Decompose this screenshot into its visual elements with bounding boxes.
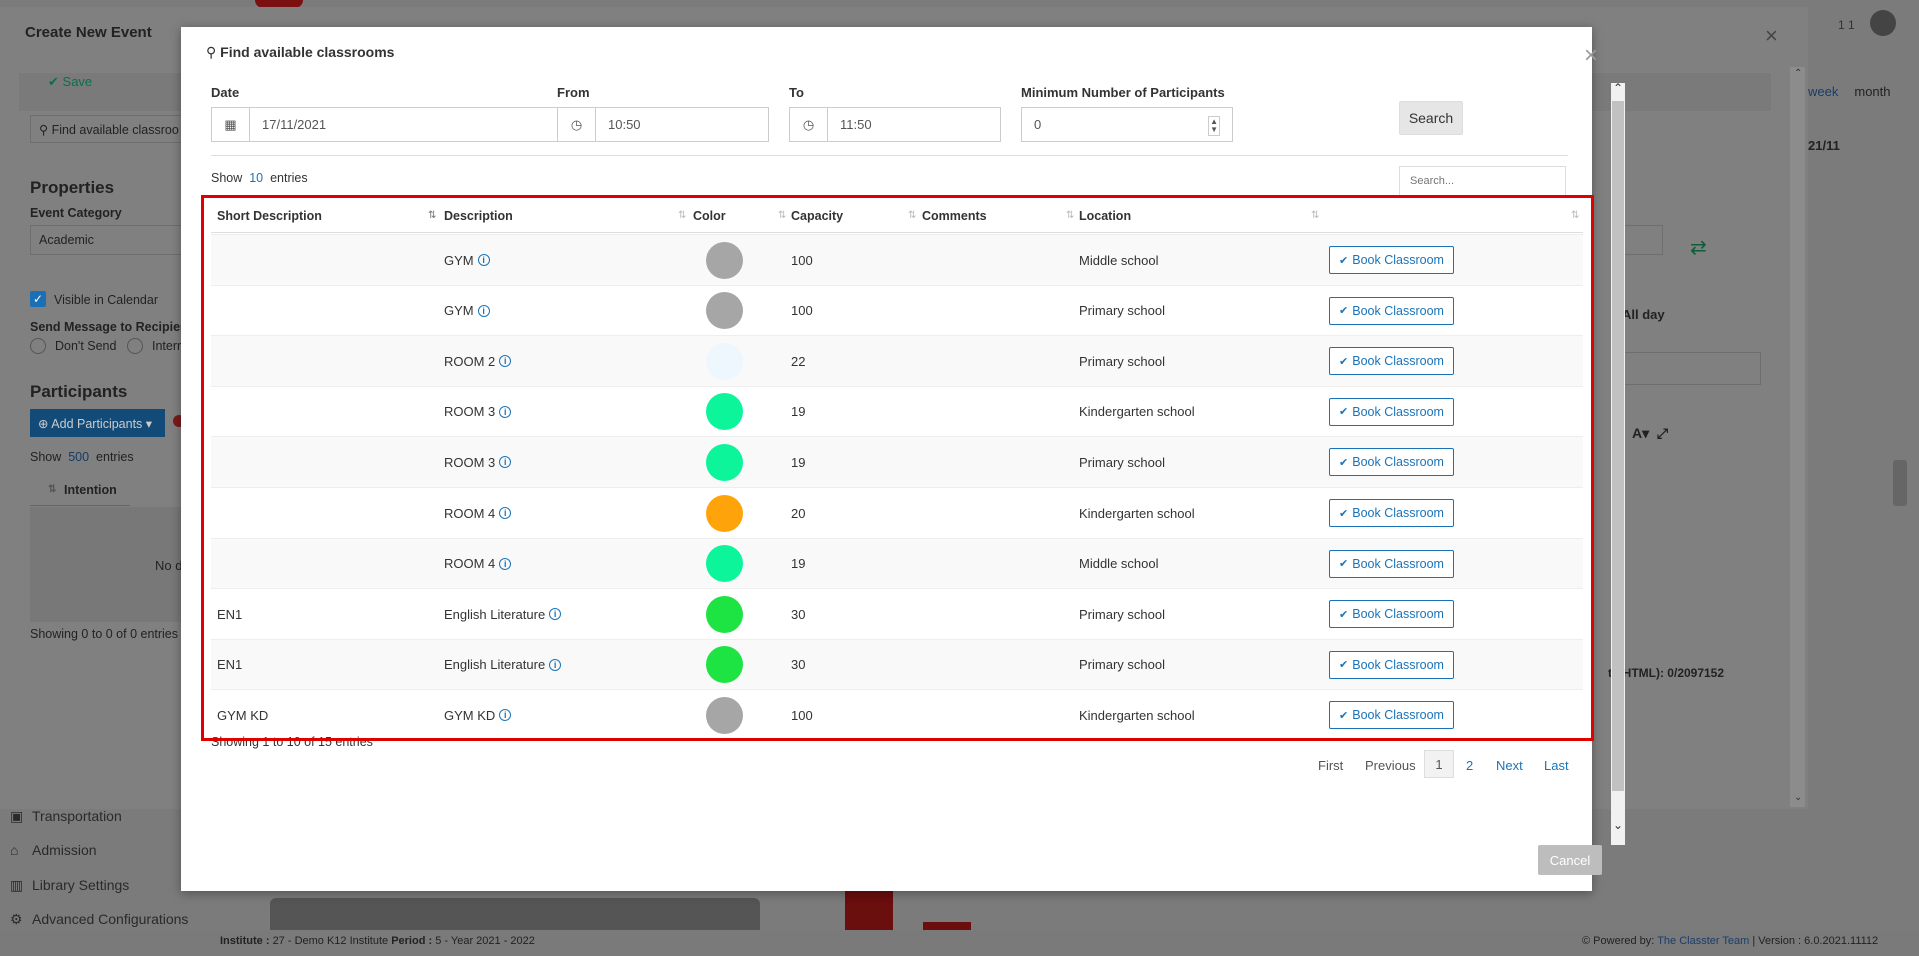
scroll-up-icon[interactable]: ⌃ [1794,68,1802,79]
highlight-box [201,195,1594,741]
radio-dont-send-label: Don't Send [55,339,117,353]
bus-icon: ▣ [10,808,24,824]
event-category-label: Event Category [30,206,122,220]
classroom-modal-title: ⚲ Find available classrooms [206,44,395,60]
bank-icon: ⌂ [10,842,19,858]
modal-scrollbar[interactable]: ⌃ ⌄ [1611,81,1625,845]
min-participants-label: Minimum Number of Participants [1021,85,1225,100]
pagination-last[interactable]: Last [1544,758,1569,773]
radio-internal-label: Intern [152,339,182,353]
no-data-text: No d [155,558,183,573]
event-category-select[interactable]: Academic [30,225,185,255]
scrollbar-thumb[interactable] [1612,101,1624,791]
footer-powered: © Powered by: The Classter Team | Versio… [1582,935,1879,947]
to-label: To [789,85,804,100]
bg-scroll-thumb [1893,460,1907,506]
classter-team-link[interactable]: The Classter Team [1657,935,1749,947]
search-icon: ⚲ [39,123,49,137]
from-time-field[interactable]: ◷ 10:50 [557,107,769,142]
bg-calendar-views: week month [1808,84,1891,99]
radio-internal[interactable] [127,338,143,354]
save-button[interactable]: ✔ Save [48,74,92,90]
sidebar-item-library-settings[interactable]: ▥ Library Settings [10,877,129,894]
clock-icon: ◷ [790,108,828,141]
close-icon[interactable]: × [1584,42,1598,70]
calendar-icon: ▦ [212,108,250,141]
send-message-label: Send Message to Recipients [30,320,182,334]
modal-scrollbar-track [1790,67,1805,807]
scroll-down-icon[interactable]: ⌄ [1613,818,1623,832]
bg-red-block [845,888,893,930]
show-entries: Show 10 entries [211,171,308,185]
all-day-radio[interactable]: All day [1622,307,1665,322]
pagination-previous[interactable]: Previous [1365,758,1416,773]
radio-dont-send[interactable] [30,338,46,354]
scroll-down-icon[interactable]: ⌄ [1794,792,1802,803]
properties-heading: Properties [30,178,115,197]
participants-heading: Participants [30,382,128,401]
visible-in-calendar-label: Visible in Calendar [54,293,158,307]
bg-input-fragment-2 [1625,352,1761,385]
find-classrooms-link[interactable]: ⚲ Find available classroo [30,115,185,143]
month-view-button[interactable]: month [1854,84,1890,99]
page-size-select[interactable]: 10 [249,171,263,185]
app-footer: Institute : 27 - Demo K12 Institute Peri… [0,930,1919,956]
page-size-select[interactable]: 500 [68,450,89,464]
cancel-button[interactable]: Cancel [1538,845,1602,875]
sidebar-item-advanced-configurations[interactable]: ⚙ Advanced Configurations [10,911,188,928]
plus-circle-icon: ⊕ [38,417,49,431]
html-counter: th HTML): 0/2097152 [1608,666,1725,680]
sidebar-item-transportation[interactable]: ▣ Transportation [10,808,122,825]
divider [211,155,1568,156]
bg-date-range: 21/11 [1808,138,1840,153]
pagination-page-2[interactable]: 2 [1466,758,1473,773]
scroll-up-icon[interactable]: ⌃ [1613,81,1623,95]
sort-icon: ⇅ [48,484,57,495]
avatar[interactable] [1870,10,1896,36]
books-icon: ▥ [10,877,24,893]
participants-showing-text: Showing 0 to 0 of 0 entries [30,627,179,641]
close-icon[interactable]: × [1765,23,1778,49]
search-icon: ⚲ [206,44,217,60]
intention-column-header[interactable]: ⇅ Intention [30,473,130,506]
modal-title: Create New Event [25,24,152,41]
date-field[interactable]: ▦ 17/11/2021 [211,107,568,142]
week-view-button[interactable]: week [1808,84,1838,99]
bg-red-block-small [923,922,971,930]
from-label: From [557,85,590,100]
bg-user-count: 1 1 [1838,18,1855,32]
editor-toolbar-fragment: A▾ ⤢ [1632,425,1669,441]
copyright-icon: © [1582,935,1591,947]
pagination-page-1[interactable]: 1 [1424,750,1454,778]
sync-icon[interactable]: ⇄ [1690,235,1707,260]
pagination-first[interactable]: First [1318,758,1343,773]
footer-institute: Institute : 27 - Demo K12 Institute Peri… [220,935,535,947]
participants-show-entries: Show 500 entries [30,450,134,464]
min-participants-input[interactable]: 0 ▲ ▼ [1021,107,1233,142]
check-icon: ✔ [48,74,59,89]
date-label: Date [211,85,240,100]
sidebar-item-admission[interactable]: ⌂ Admission [10,842,97,858]
table-search-input[interactable] [1399,166,1566,196]
visible-in-calendar-checkbox[interactable]: ✓ [30,291,46,307]
number-spinner-icon[interactable]: ▲ ▼ [1208,116,1220,136]
clock-icon: ◷ [558,108,596,141]
bg-input-fragment [1625,225,1663,255]
to-time-field[interactable]: ◷ 11:50 [789,107,1001,142]
search-button[interactable]: Search [1399,101,1463,135]
add-participants-button[interactable]: ⊕ Add Participants ▾ [30,409,165,437]
find-classrooms-modal: ⚲ Find available classrooms × Date ▦ 17/… [181,27,1625,891]
gears-icon: ⚙ [10,911,23,927]
pagination-next[interactable]: Next [1496,758,1523,773]
